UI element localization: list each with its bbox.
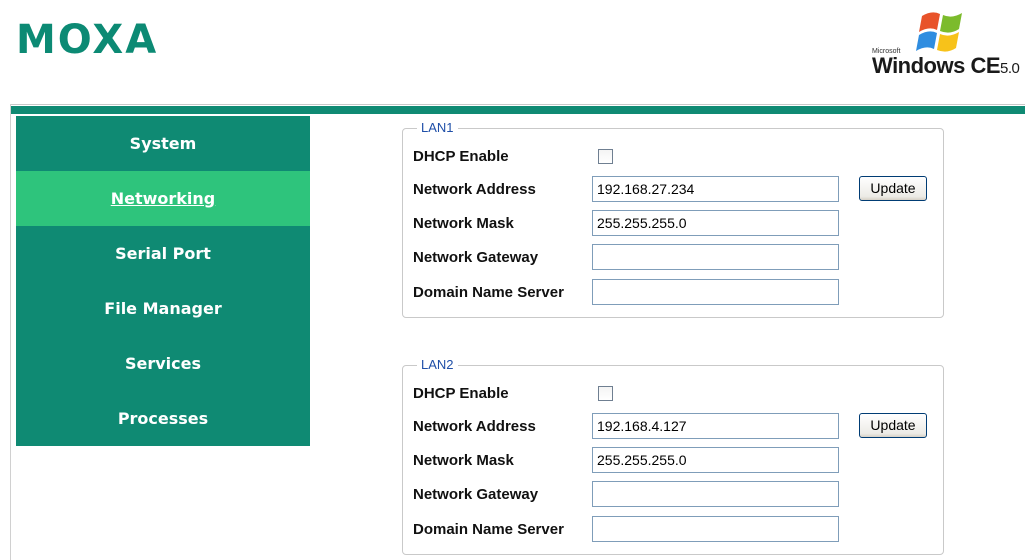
header-divider — [10, 106, 1025, 114]
windows-ce-wordmark: Windows CE5.0 — [872, 53, 1020, 78]
windows-ce-product: Windows CE — [872, 53, 1001, 78]
lan2-dhcp-checkbox[interactable] — [598, 386, 613, 401]
lan2-legend: LAN2 — [417, 357, 458, 373]
lan1-legend: LAN1 — [417, 120, 458, 136]
page: MOXA Microsoft Windows CE5.0 System Netw… — [0, 0, 1025, 560]
lan1-dns-label: Domain Name Server — [413, 284, 564, 301]
lan2-dns-input[interactable] — [592, 516, 839, 542]
lan1-dhcp-checkbox[interactable] — [598, 149, 613, 164]
windows-flag-icon — [916, 12, 962, 52]
lan1-address-label: Network Address — [413, 181, 536, 198]
lan1-dns-input[interactable] — [592, 279, 839, 305]
lan1-address-input[interactable] — [592, 176, 839, 202]
lan1-gateway-label: Network Gateway — [413, 249, 539, 266]
sidebar: System Networking Serial Port File Manag… — [16, 116, 310, 446]
lan1-gateway-input[interactable] — [592, 244, 839, 270]
sidebar-item-services[interactable]: Services — [16, 336, 310, 391]
windows-ce-version: 5.0 — [1000, 60, 1020, 77]
lan2-group: LAN2 DHCP Enable Network Address Update … — [402, 357, 944, 555]
lan1-mask-input[interactable] — [592, 210, 839, 236]
lan2-gateway-input[interactable] — [592, 481, 839, 507]
lan2-update-button[interactable]: Update — [859, 413, 927, 438]
lan2-gateway-label: Network Gateway — [413, 486, 539, 503]
sidebar-item-system[interactable]: System — [16, 116, 310, 171]
left-border — [10, 104, 11, 560]
lan1-group: LAN1 DHCP Enable Network Address Update … — [402, 120, 944, 318]
lan2-mask-label: Network Mask — [413, 452, 514, 469]
lan1-dhcp-label: DHCP Enable — [413, 148, 509, 165]
sidebar-item-processes[interactable]: Processes — [16, 391, 310, 446]
lan1-mask-label: Network Mask — [413, 215, 514, 232]
lan2-mask-input[interactable] — [592, 447, 839, 473]
sidebar-item-file-manager[interactable]: File Manager — [16, 281, 310, 336]
lan2-address-label: Network Address — [413, 418, 536, 435]
sidebar-item-networking[interactable]: Networking — [16, 171, 310, 226]
header-divider-thin — [10, 104, 1025, 105]
windows-ce-logo: Microsoft Windows CE5.0 — [868, 8, 1025, 88]
moxa-logo: MOXA — [16, 17, 159, 63]
sidebar-item-serial-port[interactable]: Serial Port — [16, 226, 310, 281]
lan2-address-input[interactable] — [592, 413, 839, 439]
lan2-dns-label: Domain Name Server — [413, 521, 564, 538]
lan1-update-button[interactable]: Update — [859, 176, 927, 201]
lan2-dhcp-label: DHCP Enable — [413, 385, 509, 402]
